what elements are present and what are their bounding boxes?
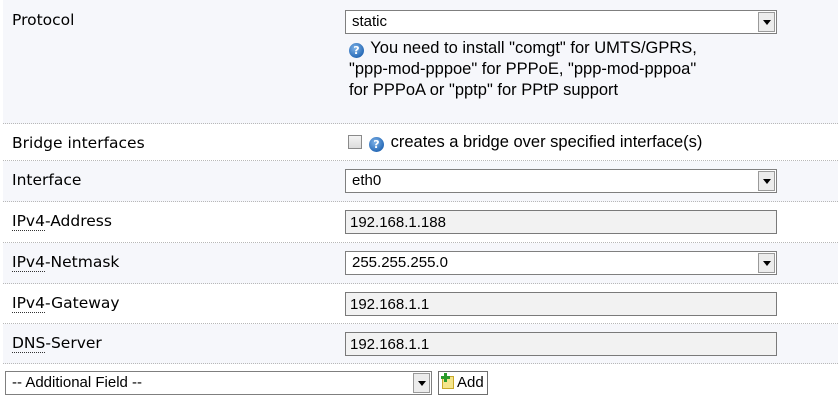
chevron-down-icon[interactable] [758, 12, 775, 32]
chevron-down-icon[interactable] [758, 253, 775, 273]
protocol-help: ? You need to install "comgt" for UMTS/G… [349, 38, 834, 101]
row-ipv4-netmask: IPv4-Netmask 255.255.255.0 [3, 243, 838, 284]
ipv4-address-input[interactable] [345, 210, 777, 234]
protocol-help-line-3: for PPPoA or "pptp" for PPtP support [349, 81, 619, 99]
protocol-label: Protocol [12, 11, 75, 29]
chevron-down-icon[interactable] [413, 373, 430, 393]
ipv4-gateway-input[interactable] [345, 292, 777, 316]
ipv4-netmask-select-value: 255.255.255.0 [352, 254, 448, 271]
protocol-select-value: static [352, 13, 388, 30]
row-ipv4-gateway: IPv4-Gateway [3, 284, 838, 324]
ipv4-gateway-label: IPv4-Gateway [12, 294, 120, 313]
bridge-interfaces-checkbox[interactable] [348, 135, 362, 149]
ipv4-netmask-select[interactable]: 255.255.255.0 [345, 251, 777, 275]
ipv4-netmask-label: IPv4-Netmask [12, 253, 120, 272]
add-field-button-label: Add [457, 374, 484, 391]
add-field-button[interactable]: Add [438, 371, 488, 395]
question-mark-icon: ? [349, 43, 364, 58]
additional-field-select[interactable]: -- Additional Field -- [5, 371, 432, 395]
interface-select[interactable]: eth0 [345, 169, 777, 193]
row-protocol: Protocol static ? You need to install "c… [3, 0, 838, 124]
row-dns-server: DNS-Server [3, 324, 838, 364]
row-ipv4-address: IPv4-Address [3, 202, 838, 243]
protocol-help-line-2: "ppp-mod-pppoe" for PPPoE, "ppp-mod-pppo… [349, 60, 697, 78]
row-bridge-interfaces: Bridge interfaces ? creates a bridge ove… [3, 124, 838, 161]
protocol-select[interactable]: static [345, 10, 777, 34]
additional-field-select-value: -- Additional Field -- [12, 374, 143, 391]
dns-server-input[interactable] [345, 332, 777, 356]
row-interface: Interface eth0 [3, 161, 838, 202]
ipv4-address-label: IPv4-Address [12, 212, 112, 231]
question-mark-icon: ? [369, 137, 384, 152]
dns-server-label: DNS-Server [12, 334, 102, 353]
bridge-help: ? creates a bridge over specified interf… [369, 132, 837, 153]
add-document-icon [441, 373, 456, 390]
interface-select-value: eth0 [352, 172, 382, 189]
interface-label: Interface [12, 171, 82, 189]
protocol-help-line-1: ? You need to install "comgt" for UMTS/G… [349, 38, 834, 59]
bridge-interfaces-label: Bridge interfaces [12, 134, 145, 152]
chevron-down-icon[interactable] [758, 171, 775, 191]
